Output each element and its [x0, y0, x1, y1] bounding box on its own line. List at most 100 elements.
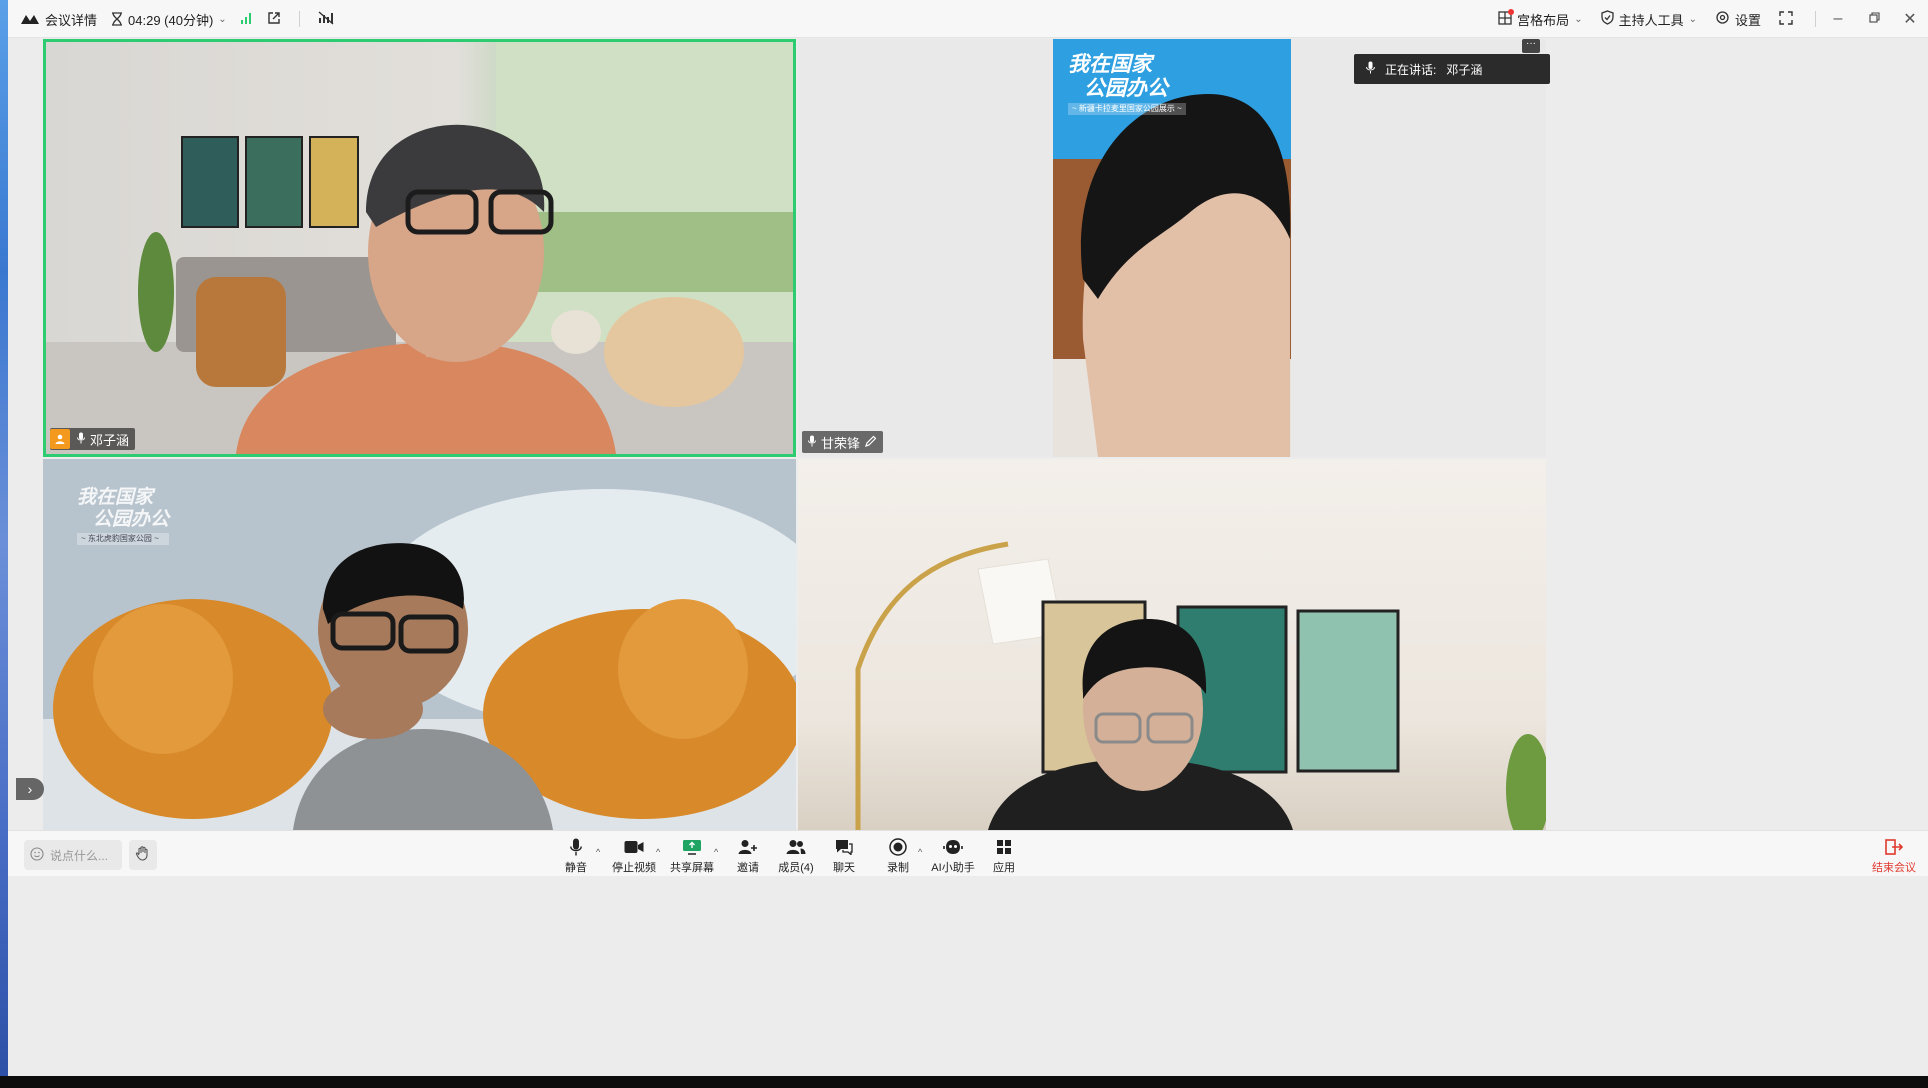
- share-screen-label: 共享屏幕: [670, 862, 714, 874]
- stats-off-icon: [318, 10, 334, 28]
- stop-video-button[interactable]: 停止视频: [608, 837, 660, 875]
- chevron-right-icon: ›: [27, 781, 33, 797]
- close-icon: ✕: [1903, 11, 1917, 28]
- divider: [1815, 11, 1816, 27]
- virtual-background-room-with-lamp: [855, 541, 1546, 830]
- mute-button[interactable]: 静音: [550, 837, 602, 875]
- meeting-info-button[interactable]: 会议详情: [20, 0, 97, 38]
- ai-assistant-button[interactable]: AI小助手: [927, 837, 979, 875]
- share-screen-button[interactable]: 共享屏幕: [666, 837, 718, 875]
- ellipsis-icon: ···: [1526, 38, 1536, 49]
- gear-icon: [1715, 10, 1730, 28]
- fullscreen-button[interactable]: [1779, 0, 1793, 38]
- settings-label: 设置: [1734, 12, 1761, 28]
- members-label: 成员(4): [778, 862, 814, 874]
- hourglass-icon: [111, 12, 123, 26]
- minimize-button[interactable]: –: [1820, 0, 1856, 38]
- microphone-icon: [77, 432, 85, 447]
- chevron-down-icon: ⌄: [218, 13, 227, 25]
- restore-icon: [1868, 10, 1880, 28]
- settings-button[interactable]: 设置: [1715, 0, 1761, 38]
- banner-subtitle: ~ 东北虎豹国家公园 ~: [77, 533, 170, 545]
- robot-icon: [943, 837, 963, 857]
- stop-video-label: 停止视频: [612, 862, 656, 874]
- participant-name-tag: 甘荣锋: [802, 431, 884, 453]
- invite-button[interactable]: 邀请: [722, 837, 774, 875]
- top-bar: 会议详情 04:29 (40分钟) ⌄ 宫格布局 ⌄ 主持人工具 ⌄ 设置 – …: [8, 0, 1928, 38]
- record-options-caret[interactable]: ^: [918, 847, 922, 857]
- video-tile-1[interactable]: 邓子涵: [43, 39, 796, 457]
- banner-title-line2: 公园办公: [1084, 77, 1168, 100]
- timer[interactable]: 04:29 (40分钟) ⌄: [111, 0, 227, 38]
- promo-banner: 我在国家 公园办公 ~ 新疆卡拉麦里国家公园展示 ~: [1068, 53, 1186, 115]
- divider: [298, 11, 300, 27]
- fullscreen-icon: [1779, 10, 1793, 28]
- share-screen-icon: [682, 837, 702, 857]
- participant-name: 甘荣锋: [821, 435, 861, 451]
- meeting-info-label: 会议详情: [45, 12, 98, 28]
- mute-label: 静音: [565, 862, 587, 874]
- participant-video-person: [236, 124, 616, 454]
- share-options-caret[interactable]: ^: [714, 847, 718, 857]
- video-tile-2[interactable]: 我在国家 公园办公 ~ 新疆卡拉麦里国家公园展示 ~ 甘荣锋: [798, 39, 1546, 457]
- video-options-caret[interactable]: ^: [656, 847, 660, 857]
- layout-menu[interactable]: 宫格布局 ⌄: [1498, 0, 1583, 38]
- network-signal[interactable]: [240, 0, 253, 38]
- chat-button[interactable]: 聊天: [818, 837, 870, 875]
- video-camera-icon: [624, 837, 644, 857]
- end-meeting-button[interactable]: 结束会议: [1872, 837, 1916, 875]
- restore-button[interactable]: [1856, 0, 1892, 38]
- apps-button[interactable]: 应用: [978, 837, 1030, 875]
- expand-sidebar-button[interactable]: ›: [16, 778, 44, 800]
- banner-title-line1: 我在国家: [77, 487, 154, 508]
- video-tile-4[interactable]: [798, 459, 1546, 830]
- invite-label: 邀请: [737, 862, 759, 874]
- audio-options-caret[interactable]: ^: [596, 847, 600, 857]
- meeting-window: 会议详情 04:29 (40分钟) ⌄ 宫格布局 ⌄ 主持人工具 ⌄ 设置 – …: [8, 0, 1928, 1076]
- grid-layout-icon: [1498, 8, 1515, 28]
- signal-icon: [240, 12, 253, 27]
- record-label: 录制: [887, 862, 909, 874]
- more-options-button[interactable]: ···: [1522, 39, 1540, 53]
- chevron-down-icon: ⌄: [1574, 13, 1583, 25]
- chat-label: 聊天: [833, 862, 855, 874]
- promo-banner: 我在国家 公园办公 ~ 东北虎豹国家公园 ~: [77, 487, 170, 545]
- bottom-toolbar: 说点什么... 静音 ^ 停止视频 ^ 共享屏幕 ^ 邀请 成员(4) 聊天 录…: [8, 830, 1928, 876]
- timer-text: 04:29 (40分钟): [128, 12, 214, 28]
- end-meeting-label: 结束会议: [1872, 862, 1916, 874]
- apps-label: 应用: [993, 862, 1015, 874]
- apps-grid-icon: [996, 837, 1012, 857]
- participant-name: 邓子涵: [90, 432, 130, 448]
- banner-title-line2: 公园办公: [93, 509, 170, 530]
- host-tools-label: 主持人工具: [1618, 12, 1684, 28]
- stats-button[interactable]: [318, 0, 334, 38]
- app-logo-icon: [20, 13, 40, 25]
- add-user-icon: [738, 837, 758, 857]
- members-icon: [786, 837, 806, 857]
- speaking-indicator: 正在讲话: 邓子涵: [1354, 54, 1550, 84]
- edit-pen-icon: [865, 435, 877, 450]
- record-icon: [889, 837, 907, 857]
- chevron-down-icon: ⌄: [1688, 13, 1697, 25]
- microphone-icon: [808, 435, 816, 450]
- popout-button[interactable]: [267, 0, 281, 38]
- desktop-edge: [0, 0, 8, 1088]
- host-tools-menu[interactable]: 主持人工具 ⌄: [1600, 0, 1697, 38]
- hand-icon: [135, 845, 151, 866]
- notification-dot: [1508, 8, 1515, 15]
- banner-subtitle: ~ 新疆卡拉麦里国家公园展示 ~: [1068, 103, 1186, 115]
- speaking-name: 邓子涵: [1446, 62, 1483, 77]
- taskbar-edge: [0, 1076, 1928, 1088]
- layout-label: 宫格布局: [1517, 12, 1570, 28]
- ai-assistant-label: AI小助手: [931, 862, 975, 874]
- external-link-icon: [267, 11, 281, 28]
- members-button[interactable]: 成员(4): [770, 837, 822, 875]
- speaking-label: 正在讲话:: [1385, 62, 1437, 77]
- video-tile-3[interactable]: 我在国家 公园办公 ~ 东北虎豹国家公园 ~: [43, 459, 796, 830]
- record-button[interactable]: 录制: [872, 837, 924, 875]
- close-button[interactable]: ✕: [1892, 0, 1928, 38]
- quick-chat-input[interactable]: 说点什么...: [24, 840, 122, 870]
- host-badge-icon: [50, 429, 70, 449]
- raise-hand-button[interactable]: [129, 840, 157, 870]
- participant-name-tag: 邓子涵: [50, 428, 136, 450]
